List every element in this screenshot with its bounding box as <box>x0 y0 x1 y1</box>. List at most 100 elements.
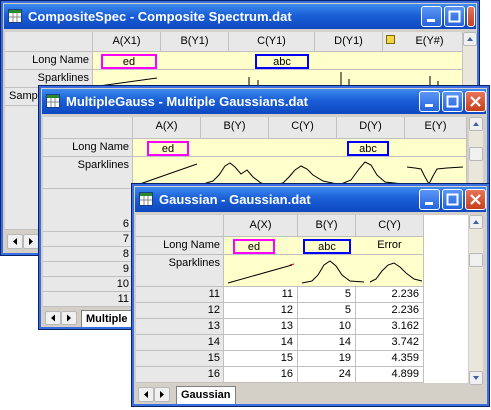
scroll-up-button[interactable] <box>469 215 483 229</box>
maximize-icon <box>446 95 459 108</box>
cell-c[interactable]: 2.236 <box>356 303 424 319</box>
row-number[interactable]: 8 <box>43 247 133 262</box>
column-header[interactable]: D(Y1) <box>315 32 383 52</box>
long-name-abc[interactable]: abc <box>347 141 389 156</box>
cell-c[interactable]: 3.162 <box>356 319 424 335</box>
maximize-button[interactable] <box>442 91 463 112</box>
cell-b[interactable]: 10 <box>298 319 356 335</box>
row-number[interactable]: 12 <box>136 303 224 319</box>
minimize-button[interactable] <box>419 91 440 112</box>
cell-c[interactable]: 3.742 <box>356 335 424 351</box>
column-header[interactable]: B(Y) <box>201 117 269 139</box>
scroll-thumb[interactable] <box>469 147 483 161</box>
long-name-ed[interactable]: ed <box>147 141 189 156</box>
tab-next-button[interactable] <box>154 387 170 402</box>
scroll-down-icon <box>473 376 479 380</box>
row-number[interactable]: 11 <box>43 292 133 307</box>
row-label-sparklines: Sparklines <box>43 157 133 189</box>
cell-a[interactable]: 16 <box>224 367 298 383</box>
close-icon <box>470 194 481 205</box>
cell-c[interactable]: 2.236 <box>356 287 424 303</box>
column-header[interactable]: B(Y) <box>298 215 356 237</box>
cell-c[interactable]: 4.899 <box>356 367 424 383</box>
row-number[interactable]: 16 <box>136 367 224 383</box>
tab-prev-button[interactable] <box>138 387 154 402</box>
long-name-error[interactable]: Error <box>356 237 424 255</box>
title-bar[interactable]: Gaussian - Gaussian.dat <box>135 187 486 212</box>
minimize-button[interactable] <box>421 6 442 27</box>
cell-a[interactable]: 12 <box>224 303 298 319</box>
row-number[interactable]: 9 <box>43 262 133 277</box>
cell-c[interactable]: 4.359 <box>356 351 424 367</box>
tab-next-button[interactable] <box>23 234 39 249</box>
column-header[interactable]: A(X) <box>133 117 201 139</box>
title-bar[interactable]: CompositeSpec - Composite Spectrum.dat <box>4 4 476 29</box>
window-title: MultipleGauss - Multiple Gaussians.dat <box>66 94 308 109</box>
cell-a[interactable]: 11 <box>224 287 298 303</box>
sparkline-charts <box>227 260 423 284</box>
corner-cell[interactable] <box>5 32 93 52</box>
corner-cell[interactable] <box>136 215 224 237</box>
row-number[interactable]: 10 <box>43 277 133 292</box>
cell-b[interactable]: 19 <box>298 351 356 367</box>
column-header[interactable]: E(Y) <box>405 117 467 139</box>
row-number[interactable]: 13 <box>136 319 224 335</box>
maximize-icon <box>448 10 461 23</box>
long-name-ed[interactable]: ed <box>233 239 275 254</box>
cell-a[interactable]: 14 <box>224 335 298 351</box>
close-button[interactable] <box>467 6 475 27</box>
maximize-button[interactable] <box>444 6 465 27</box>
scroll-down-button[interactable] <box>469 371 483 385</box>
row-label-long-name: Long Name <box>5 52 93 70</box>
tab-prev-button[interactable] <box>7 234 23 249</box>
title-bar[interactable]: MultipleGauss - Multiple Gaussians.dat <box>42 89 486 114</box>
row-number[interactable]: 15 <box>136 351 224 367</box>
cell-b[interactable]: 5 <box>298 303 356 319</box>
minimize-button[interactable] <box>419 189 440 210</box>
window-gaussian[interactable]: Gaussian - Gaussian.dat A(X) B(Y) C(Y) L… <box>131 183 490 407</box>
cell-b[interactable]: 24 <box>298 367 356 383</box>
column-header[interactable]: A(X) <box>224 215 298 237</box>
tab-prev-icon <box>144 391 148 398</box>
cell-b[interactable]: 5 <box>298 287 356 303</box>
tab-next-button[interactable] <box>61 311 77 325</box>
long-name-ed[interactable]: ed <box>101 54 157 69</box>
cell-a[interactable]: 13 <box>224 319 298 335</box>
tab-prev-button[interactable] <box>45 311 61 325</box>
tab-next-icon <box>67 314 71 322</box>
tab-next-icon <box>160 391 164 398</box>
column-info-icon <box>386 35 395 44</box>
row-label-long-name: Long Name <box>136 237 224 255</box>
window-title: CompositeSpec - Composite Spectrum.dat <box>28 9 292 24</box>
tab-prev-icon <box>13 238 17 245</box>
minimize-icon <box>427 19 435 22</box>
column-header[interactable]: D(Y) <box>337 117 405 139</box>
long-name-abc[interactable]: abc <box>255 54 309 69</box>
scroll-thumb[interactable] <box>469 253 483 267</box>
column-header[interactable]: C(Y1) <box>229 32 315 52</box>
maximize-button[interactable] <box>442 189 463 210</box>
long-name-abc[interactable]: abc <box>303 239 351 254</box>
sheet-tab-gaussian[interactable]: Gaussian <box>176 386 236 404</box>
column-header[interactable]: C(Y) <box>269 117 337 139</box>
row-number[interactable]: 11 <box>136 287 224 303</box>
window-title: Gaussian - Gaussian.dat <box>159 192 311 207</box>
column-header[interactable]: C(Y) <box>356 215 424 237</box>
column-header[interactable]: B(Y1) <box>161 32 229 52</box>
scroll-up-button[interactable] <box>469 117 483 131</box>
scroll-up-button[interactable] <box>463 32 477 46</box>
column-header[interactable]: E(Y#) <box>383 32 463 52</box>
row-number[interactable]: 14 <box>136 335 224 351</box>
worksheet-grid[interactable]: A(X) B(Y) C(Y) Long Name ed abc Error Sp… <box>136 215 468 383</box>
column-header[interactable]: A(X1) <box>93 32 161 52</box>
cell-b[interactable]: 14 <box>298 335 356 351</box>
row-number[interactable]: 7 <box>43 232 133 247</box>
close-button[interactable] <box>465 189 486 210</box>
corner-cell[interactable] <box>43 117 133 139</box>
close-button[interactable] <box>465 91 486 112</box>
sheet-tab-multiple[interactable]: Multiple <box>81 310 133 327</box>
vertical-scrollbar[interactable] <box>469 215 483 385</box>
tab-prev-icon <box>51 314 55 322</box>
cell-a[interactable]: 15 <box>224 351 298 367</box>
row-number[interactable]: 6 <box>43 217 133 232</box>
